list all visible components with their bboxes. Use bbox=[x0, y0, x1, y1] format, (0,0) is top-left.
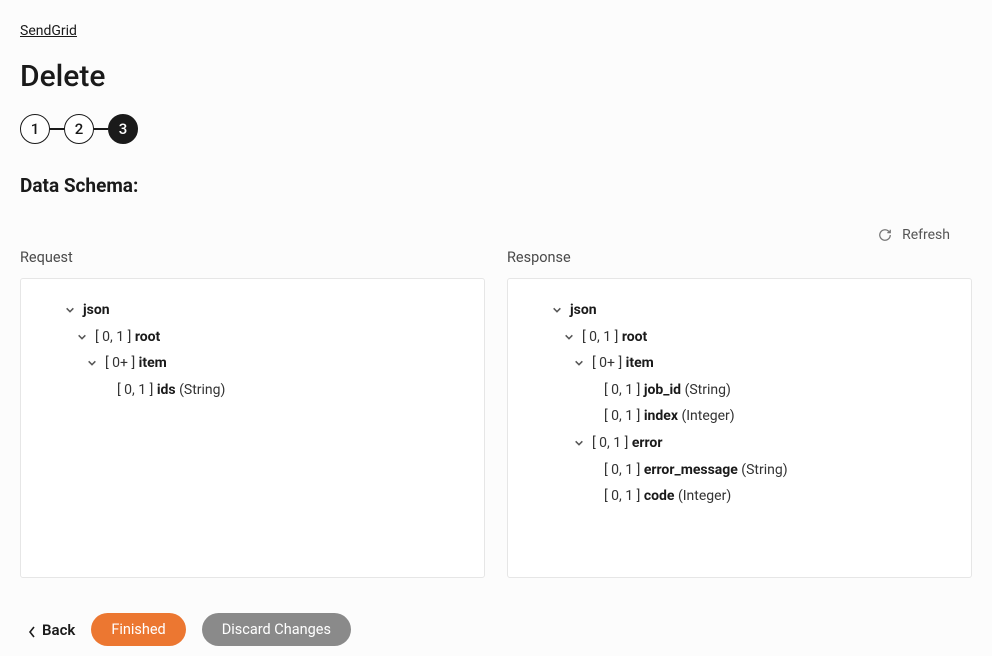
stepper: 123 bbox=[20, 114, 972, 144]
tree-node-label: [ 0, 1 ] error bbox=[592, 430, 662, 457]
response-panel: json[ 0, 1 ] root[ 0+ ] item[ 0, 1 ] job… bbox=[507, 278, 972, 578]
tree-node-label: [ 0, 1 ] ids (String) bbox=[117, 377, 225, 404]
tree-node-label: [ 0+ ] item bbox=[592, 350, 654, 377]
chevron-down-icon[interactable] bbox=[550, 303, 564, 317]
discard-button[interactable]: Discard Changes bbox=[202, 613, 351, 646]
finished-button[interactable]: Finished bbox=[91, 613, 185, 646]
chevron-left-icon bbox=[28, 624, 36, 636]
refresh-icon bbox=[878, 228, 892, 242]
tree-row: [ 0, 1 ] ids (String) bbox=[35, 377, 470, 404]
tree-node-label: [ 0, 1 ] root bbox=[582, 324, 647, 351]
step-connector bbox=[94, 128, 108, 130]
section-title: Data Schema: bbox=[20, 174, 972, 197]
tree-node-label: json bbox=[83, 297, 110, 324]
refresh-label: Refresh bbox=[902, 227, 950, 243]
chevron-down-icon[interactable] bbox=[75, 330, 89, 344]
chevron-down-icon[interactable] bbox=[562, 330, 576, 344]
request-header: Request bbox=[20, 249, 485, 266]
chevron-down-icon[interactable] bbox=[572, 436, 586, 450]
tree-row: [ 0+ ] item bbox=[522, 350, 957, 377]
tree-row: [ 0, 1 ] root bbox=[35, 324, 470, 351]
tree-row: json bbox=[35, 297, 470, 324]
tree-node-label: [ 0+ ] item bbox=[105, 350, 167, 377]
tree-row: [ 0, 1 ] index (Integer) bbox=[522, 403, 957, 430]
request-panel: json[ 0, 1 ] root[ 0+ ] item[ 0, 1 ] ids… bbox=[20, 278, 485, 578]
response-header: Response bbox=[507, 249, 972, 266]
page-title: Delete bbox=[20, 59, 972, 94]
tree-row: [ 0+ ] item bbox=[35, 350, 470, 377]
back-button[interactable]: Back bbox=[28, 621, 75, 639]
tree-row: [ 0, 1 ] root bbox=[522, 324, 957, 351]
back-label: Back bbox=[42, 621, 75, 639]
step-connector bbox=[50, 128, 64, 130]
tree-row: [ 0, 1 ] job_id (String) bbox=[522, 377, 957, 404]
step-2[interactable]: 2 bbox=[64, 114, 94, 144]
tree-node-label: [ 0, 1 ] root bbox=[95, 324, 160, 351]
refresh-button[interactable]: Refresh bbox=[878, 227, 950, 243]
tree-row: [ 0, 1 ] error_message (String) bbox=[522, 457, 957, 484]
chevron-down-icon[interactable] bbox=[63, 303, 77, 317]
tree-node-label: json bbox=[570, 297, 597, 324]
chevron-down-icon[interactable] bbox=[85, 356, 99, 370]
tree-node-label: [ 0, 1 ] error_message (String) bbox=[604, 457, 788, 484]
tree-row: [ 0, 1 ] error bbox=[522, 430, 957, 457]
chevron-down-icon[interactable] bbox=[572, 356, 586, 370]
tree-node-label: [ 0, 1 ] code (Integer) bbox=[604, 483, 731, 510]
tree-node-label: [ 0, 1 ] job_id (String) bbox=[604, 377, 731, 404]
tree-row: json bbox=[522, 297, 957, 324]
breadcrumb[interactable]: SendGrid bbox=[20, 23, 77, 39]
step-1[interactable]: 1 bbox=[20, 114, 50, 144]
tree-node-label: [ 0, 1 ] index (Integer) bbox=[604, 403, 735, 430]
step-3[interactable]: 3 bbox=[108, 114, 138, 144]
tree-row: [ 0, 1 ] code (Integer) bbox=[522, 483, 957, 510]
